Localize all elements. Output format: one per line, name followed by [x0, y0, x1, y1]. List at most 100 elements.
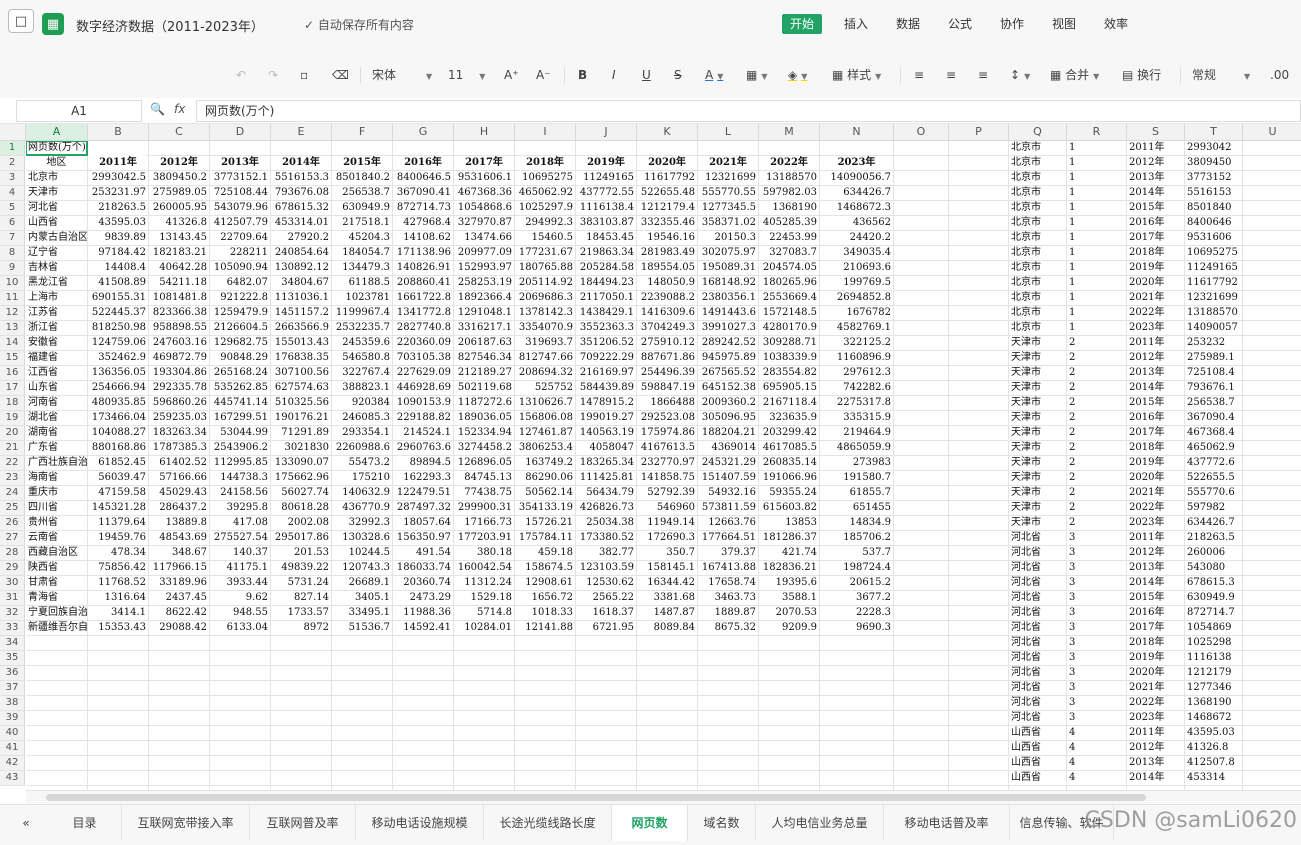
- value-cell[interactable]: 297612.3: [820, 366, 893, 381]
- value-cell[interactable]: 48543.69: [149, 531, 209, 546]
- column-header-G[interactable]: G: [393, 124, 454, 141]
- value-cell[interactable]: 208860.41: [393, 276, 453, 291]
- region-cell[interactable]: 河南省: [26, 396, 87, 411]
- side-value-cell[interactable]: 872714.7: [1185, 606, 1242, 621]
- side-region-cell[interactable]: 天津市: [1009, 456, 1066, 471]
- value-cell[interactable]: 3677.2: [820, 591, 893, 606]
- header-year[interactable]: 2021年: [698, 156, 758, 171]
- value-cell[interactable]: 2009360.2: [698, 396, 758, 411]
- value-cell[interactable]: 3806253.4: [515, 441, 575, 456]
- row-header-24[interactable]: 24: [0, 486, 25, 501]
- side-region-cell[interactable]: 北京市: [1009, 216, 1066, 231]
- value-cell[interactable]: 122479.51: [393, 486, 453, 501]
- value-cell[interactable]: 50562.14: [515, 486, 575, 501]
- value-cell[interactable]: 19395.6: [759, 576, 819, 591]
- value-cell[interactable]: 1438429.1: [576, 306, 636, 321]
- side-region-cell[interactable]: 北京市: [1009, 261, 1066, 276]
- value-cell[interactable]: 2437.45: [149, 591, 209, 606]
- row-header-37[interactable]: 37: [0, 681, 25, 696]
- value-cell[interactable]: 13143.45: [149, 231, 209, 246]
- side-region-cell[interactable]: 北京市: [1009, 321, 1066, 336]
- value-cell[interactable]: 1212179.4: [637, 201, 697, 216]
- value-cell[interactable]: 51536.7: [332, 621, 392, 636]
- value-cell[interactable]: 214524.1: [393, 426, 453, 441]
- side-year-cell[interactable]: 2011年: [1127, 141, 1184, 156]
- column-header-K[interactable]: K: [637, 124, 698, 141]
- side-id-cell[interactable]: 4: [1067, 771, 1126, 786]
- side-id-cell[interactable]: 1: [1067, 216, 1126, 231]
- value-cell[interactable]: 2228.3: [820, 606, 893, 621]
- cell-reference-box[interactable]: A1: [16, 100, 142, 122]
- value-cell[interactable]: 171138.96: [393, 246, 453, 261]
- side-value-cell[interactable]: 1277346: [1185, 681, 1242, 696]
- value-cell[interactable]: 295017.86: [271, 531, 331, 546]
- side-value-cell[interactable]: 12321699: [1185, 291, 1242, 306]
- side-id-cell[interactable]: 3: [1067, 531, 1126, 546]
- value-cell[interactable]: 445741.14: [210, 396, 270, 411]
- value-cell[interactable]: 2275317.8: [820, 396, 893, 411]
- column-header-D[interactable]: D: [210, 124, 271, 141]
- value-cell[interactable]: 9690.3: [820, 621, 893, 636]
- value-cell[interactable]: 6721.95: [576, 621, 636, 636]
- value-cell[interactable]: 1025297.9: [515, 201, 575, 216]
- value-cell[interactable]: 3933.44: [210, 576, 270, 591]
- value-cell[interactable]: 34804.67: [271, 276, 331, 291]
- value-cell[interactable]: 1529.18: [454, 591, 514, 606]
- side-year-cell[interactable]: 2017年: [1127, 621, 1184, 636]
- value-cell[interactable]: 155013.43: [271, 336, 331, 351]
- strikethrough-icon[interactable]: S: [674, 65, 682, 85]
- side-id-cell[interactable]: 4: [1067, 741, 1126, 756]
- value-cell[interactable]: 265168.24: [210, 366, 270, 381]
- value-cell[interactable]: 4369014: [698, 441, 758, 456]
- value-cell[interactable]: 172690.3: [637, 531, 697, 546]
- value-cell[interactable]: 1277345.5: [698, 201, 758, 216]
- value-cell[interactable]: 182836.21: [759, 561, 819, 576]
- value-cell[interactable]: 8675.32: [698, 621, 758, 636]
- value-cell[interactable]: 405285.39: [759, 216, 819, 231]
- side-value-cell[interactable]: 1368190: [1185, 696, 1242, 711]
- tab-1[interactable]: 互联网宽带接入率: [122, 805, 250, 841]
- value-cell[interactable]: 245359.6: [332, 336, 392, 351]
- value-cell[interactable]: 382.77: [576, 546, 636, 561]
- value-cell[interactable]: 148050.9: [637, 276, 697, 291]
- document-title[interactable]: 数字经济数据（2011-2023年）: [76, 16, 264, 35]
- align-left-icon[interactable]: ≡: [914, 65, 924, 85]
- region-cell[interactable]: 云南省: [26, 531, 87, 546]
- side-region-cell[interactable]: 天津市: [1009, 426, 1066, 441]
- value-cell[interactable]: 299900.31: [454, 501, 514, 516]
- menu-view[interactable]: 视图: [1044, 14, 1084, 34]
- merge-button[interactable]: ▦ 合并 ▼: [1050, 65, 1099, 85]
- side-region-cell[interactable]: 天津市: [1009, 471, 1066, 486]
- value-cell[interactable]: 645152.38: [698, 381, 758, 396]
- value-cell[interactable]: 191066.96: [759, 471, 819, 486]
- underline-icon[interactable]: U: [642, 65, 651, 85]
- row-header-20[interactable]: 20: [0, 426, 25, 441]
- side-year-cell[interactable]: 2017年: [1127, 231, 1184, 246]
- value-cell[interactable]: 182183.21: [149, 246, 209, 261]
- value-cell[interactable]: 144738.3: [210, 471, 270, 486]
- value-cell[interactable]: 287497.32: [393, 501, 453, 516]
- value-cell[interactable]: 2993042.5: [88, 171, 148, 186]
- column-header-P[interactable]: P: [949, 124, 1009, 141]
- value-cell[interactable]: 1787385.3: [149, 441, 209, 456]
- side-id-cell[interactable]: 1: [1067, 261, 1126, 276]
- value-cell[interactable]: 217518.1: [332, 216, 392, 231]
- region-cell[interactable]: 内蒙古自治区: [26, 231, 87, 246]
- value-cell[interactable]: 140563.19: [576, 426, 636, 441]
- row-header-13[interactable]: 13: [0, 321, 25, 336]
- row-header-40[interactable]: 40: [0, 726, 25, 741]
- region-cell[interactable]: 上海市: [26, 291, 87, 306]
- value-cell[interactable]: 2663566.9: [271, 321, 331, 336]
- row-header-6[interactable]: 6: [0, 216, 25, 231]
- value-cell[interactable]: 537.7: [820, 546, 893, 561]
- value-cell[interactable]: 208694.32: [515, 366, 575, 381]
- side-value-cell[interactable]: 597982: [1185, 501, 1242, 516]
- value-cell[interactable]: 546580.8: [332, 351, 392, 366]
- side-id-cell[interactable]: 2: [1067, 426, 1126, 441]
- horizontal-scrollbar[interactable]: [26, 790, 1301, 804]
- side-id-cell[interactable]: 2: [1067, 456, 1126, 471]
- value-cell[interactable]: 167299.51: [210, 411, 270, 426]
- value-cell[interactable]: 177231.67: [515, 246, 575, 261]
- value-cell[interactable]: 184054.7: [332, 246, 392, 261]
- column-header-S[interactable]: S: [1127, 124, 1185, 141]
